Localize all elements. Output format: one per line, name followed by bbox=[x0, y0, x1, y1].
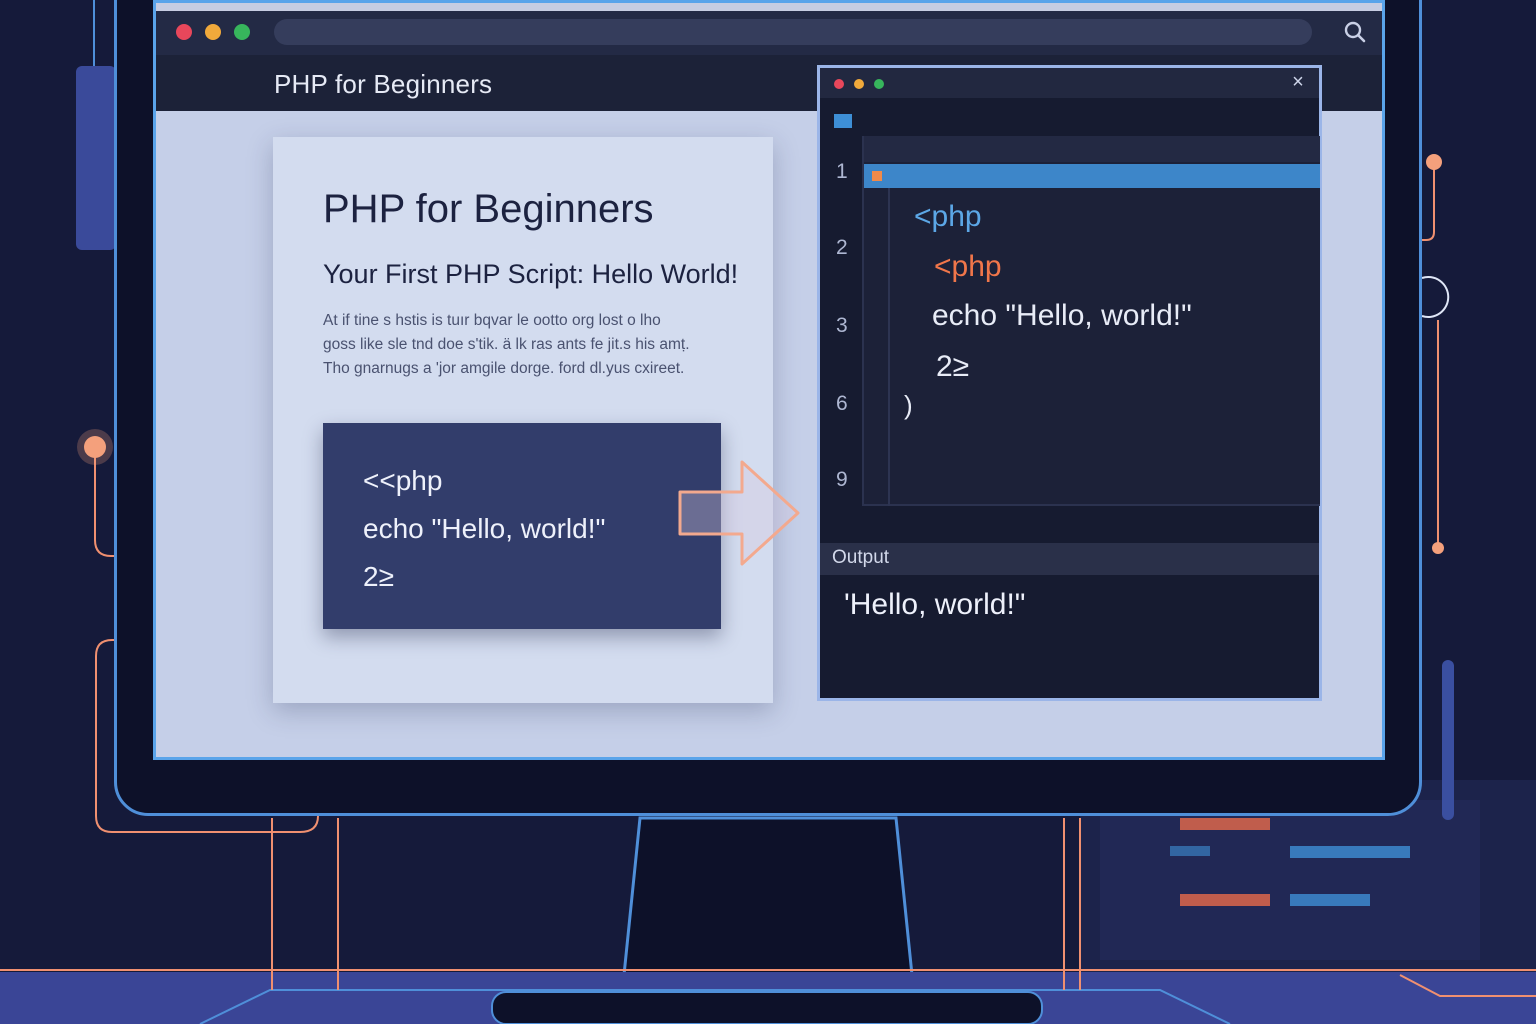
output-panel-header: Output bbox=[820, 543, 1319, 575]
editor-minimize-dot[interactable] bbox=[854, 79, 864, 89]
article-subtitle: Your First PHP Script: Hello World! bbox=[323, 259, 739, 289]
code-brace: ) bbox=[904, 390, 913, 420]
cursor-marker bbox=[872, 171, 882, 181]
close-icon[interactable]: × bbox=[1287, 71, 1309, 93]
code-snippet-line: 2≥ bbox=[363, 561, 394, 592]
article-card: PHP for Beginners Your First PHP Script:… bbox=[273, 137, 773, 703]
code-snippet-box: <<php echo "Hello, world!" 2≥ bbox=[323, 423, 721, 629]
article-title: PHP for Beginners bbox=[323, 187, 654, 231]
code-editor-window: × 1 2 3 6 9 <php <php echo "Hello, world… bbox=[817, 65, 1322, 701]
window-maximize-dot[interactable] bbox=[234, 24, 250, 40]
line-number: 3 bbox=[836, 314, 848, 337]
editor-code-pane[interactable]: <php <php echo "Hello, world!" 2≥ ) bbox=[862, 136, 1320, 506]
output-text: 'Hello, world!" bbox=[844, 588, 1026, 621]
browser-toolbar bbox=[156, 3, 1382, 55]
article-body-line: At if tine s hstis is tuır bqvar le oott… bbox=[323, 312, 661, 329]
line-number: 2 bbox=[836, 236, 848, 259]
line-number: 1 bbox=[836, 160, 848, 183]
window-close-dot[interactable] bbox=[176, 24, 192, 40]
site-title[interactable]: PHP for Beginners bbox=[274, 69, 492, 100]
code-snippet-line: echo "Hello, world!" bbox=[363, 513, 606, 544]
indent-guide bbox=[888, 188, 890, 506]
code-snippet-line: <<php bbox=[363, 465, 443, 496]
window-minimize-dot[interactable] bbox=[205, 24, 221, 40]
editor-close-dot[interactable] bbox=[834, 79, 844, 89]
search-button[interactable] bbox=[1340, 17, 1370, 47]
editor-maximize-dot[interactable] bbox=[874, 79, 884, 89]
file-icon[interactable] bbox=[834, 114, 852, 128]
code-echo-statement: echo "Hello, world!" bbox=[932, 299, 1192, 332]
arrow-right-icon bbox=[678, 460, 800, 566]
article-body-line: Tho gnarnugs a 'jor amgile dorge. ford d… bbox=[323, 360, 685, 377]
line-number: 9 bbox=[836, 468, 848, 491]
editor-tab-strip bbox=[864, 136, 1320, 162]
monitor-screen: PHP for Beginners PHP for Beginners Your… bbox=[153, 0, 1385, 760]
line-number: 6 bbox=[836, 392, 848, 415]
editor-titlebar: × bbox=[820, 68, 1319, 98]
article-body: At if tine s hstis is tuır bqvar le oott… bbox=[323, 309, 733, 381]
active-line-highlight bbox=[864, 164, 1320, 188]
code-open-tag: <php bbox=[914, 200, 982, 233]
address-bar[interactable] bbox=[274, 19, 1312, 45]
code-close-tag: 2≥ bbox=[936, 350, 970, 383]
code-open-tag-nested: <php bbox=[934, 250, 1002, 283]
article-body-line: goss like sle tnd doe s'tik. ä lk ras an… bbox=[323, 336, 690, 353]
search-icon bbox=[1344, 21, 1366, 43]
